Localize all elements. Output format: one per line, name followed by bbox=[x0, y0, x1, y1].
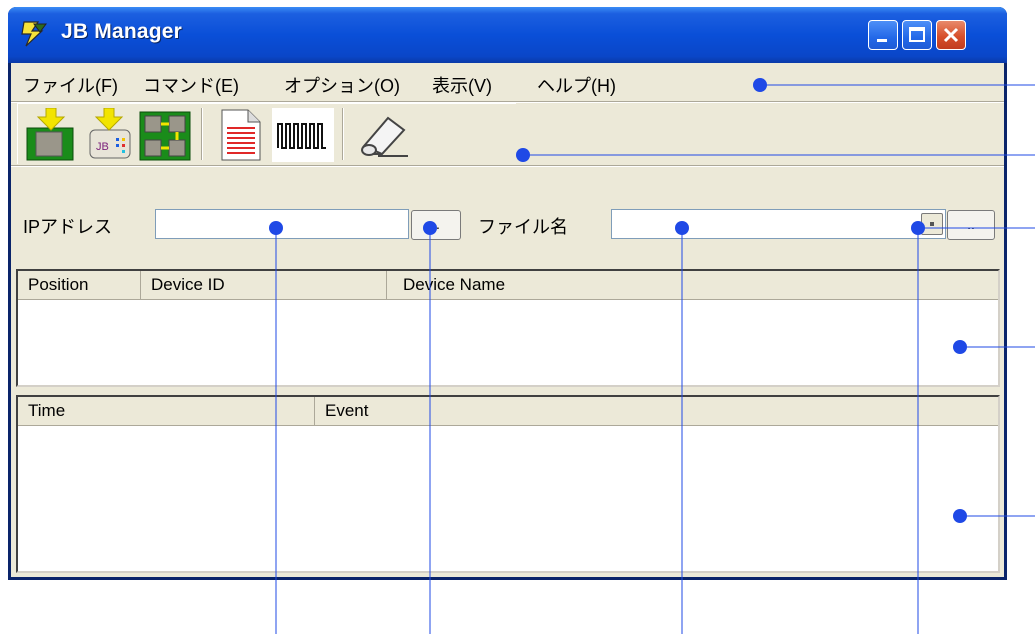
callout-dot-file-dropdown bbox=[911, 221, 925, 235]
callout-lines bbox=[275, 84, 1035, 634]
callout-dot-file-field bbox=[675, 221, 689, 235]
callout-dot-toolbar bbox=[516, 148, 530, 162]
callout-dot-device-list bbox=[953, 340, 967, 354]
callout-dot-menubar bbox=[753, 78, 767, 92]
callout-dot-ip-field bbox=[269, 221, 283, 235]
callout-dot-ip-browse bbox=[423, 221, 437, 235]
callout-dot-event-list bbox=[953, 509, 967, 523]
